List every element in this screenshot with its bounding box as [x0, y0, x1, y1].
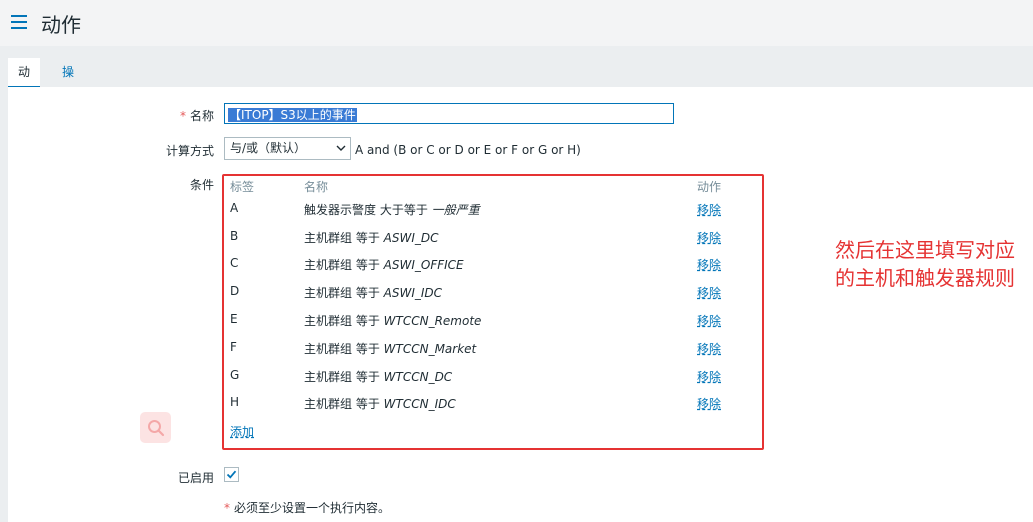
- condition-row-label: G: [230, 368, 240, 382]
- annotation-line-1: 然后在这里填写对应: [835, 238, 1015, 262]
- condition-row-prefix: 主机群组 等于: [304, 286, 384, 300]
- column-header-name: 名称: [304, 180, 329, 194]
- condition-row-label: F: [230, 340, 237, 354]
- required-mark: *: [179, 109, 186, 123]
- calc-select[interactable]: 与/或（默认）: [224, 137, 351, 160]
- condition-row-value: WTCCN_Market: [383, 342, 477, 356]
- page-header: 动作: [0, 0, 1033, 46]
- remove-link[interactable]: 移除: [697, 340, 721, 357]
- column-header-label: 标签: [230, 180, 255, 194]
- condition-row-name: 主机群组 等于 WTCCN_DC: [304, 368, 452, 385]
- condition-row-label: H: [230, 395, 240, 409]
- page-title: 动作: [41, 13, 81, 37]
- condition-row-name: 主机群组 等于 WTCCN_Market: [304, 340, 476, 357]
- remove-link[interactable]: 移除: [697, 395, 721, 412]
- condition-row-name: 触发器示警度 大于等于 一般严重: [304, 201, 480, 218]
- checkmark-icon: [226, 470, 237, 479]
- required-note: * 必须至少设置一个执行内容。: [224, 499, 390, 516]
- condition-row-label: B: [230, 229, 239, 243]
- condition-row-prefix: 主机群组 等于: [304, 370, 384, 384]
- calc-label: 计算方式: [165, 144, 214, 158]
- add-condition-link[interactable]: 添加: [230, 423, 254, 440]
- calc-select-value: 与/或（默认）: [230, 141, 307, 155]
- condition-row-value: WTCCN_Remote: [383, 314, 482, 328]
- conditions-label: 条件: [189, 178, 214, 192]
- remove-link[interactable]: 移除: [697, 201, 721, 218]
- menu-icon[interactable]: [11, 15, 27, 29]
- condition-row-value: ASWI_DC: [383, 231, 439, 245]
- condition-row-name: 主机群组 等于 ASWI_DC: [304, 229, 439, 246]
- name-field-value: 【ITOP】S3以上的事件: [228, 108, 357, 122]
- condition-row-name: 主机群组 等于 WTCCN_IDC: [304, 395, 456, 412]
- required-mark: *: [224, 501, 230, 515]
- remove-link[interactable]: 移除: [697, 229, 721, 246]
- condition-row-prefix: 主机群组 等于: [304, 342, 384, 356]
- condition-row-value: WTCCN_DC: [383, 370, 453, 384]
- condition-row-value: ASWI_OFFICE: [383, 258, 464, 272]
- condition-row-prefix: 主机群组 等于: [304, 397, 384, 411]
- condition-row-value: 一般严重: [431, 203, 480, 217]
- name-field[interactable]: 【ITOP】S3以上的事件: [224, 103, 674, 124]
- condition-row-label: C: [230, 256, 239, 270]
- condition-row-label: A: [230, 201, 239, 215]
- name-label: * 名称: [150, 107, 214, 124]
- column-header-action: 动作: [697, 180, 722, 194]
- enabled-label: 已启用: [177, 471, 214, 485]
- remove-link[interactable]: 移除: [697, 312, 721, 329]
- condition-row-name: 主机群组 等于 ASWI_OFFICE: [304, 256, 464, 273]
- condition-row-name: 主机群组 等于 WTCCN_Remote: [304, 312, 481, 329]
- remove-link[interactable]: 移除: [697, 284, 721, 301]
- annotation-line-2: 的主机和触发器规则: [835, 266, 1015, 290]
- condition-row-value: WTCCN_IDC: [383, 397, 456, 411]
- condition-row-prefix: 触发器示警度 大于等于: [304, 203, 432, 217]
- condition-row-prefix: 主机群组 等于: [304, 314, 384, 328]
- condition-row-name: 主机群组 等于 ASWI_IDC: [304, 284, 442, 301]
- remove-link[interactable]: 移除: [697, 368, 721, 385]
- tab-operations[interactable]: 操作 2: [52, 58, 84, 135]
- remove-link[interactable]: 移除: [697, 256, 721, 273]
- enabled-checkbox[interactable]: [224, 467, 239, 482]
- condition-row-prefix: 主机群组 等于: [304, 258, 384, 272]
- condition-row-prefix: 主机群组 等于: [304, 231, 384, 245]
- condition-row-label: E: [230, 312, 238, 326]
- required-note-text: 必须至少设置一个执行内容。: [234, 501, 391, 515]
- tab-action[interactable]: 动作: [8, 58, 41, 107]
- condition-row-label: D: [230, 284, 240, 298]
- calc-formula: A and (B or C or D or E or F or G or H): [355, 143, 581, 157]
- name-label-text: 名称: [189, 109, 214, 123]
- search-icon[interactable]: [140, 412, 171, 443]
- chevron-down-icon: [336, 138, 346, 167]
- annotation-text: 然后在这里填写对应 的主机和触发器规则: [835, 236, 1015, 292]
- condition-row-value: ASWI_IDC: [383, 286, 443, 300]
